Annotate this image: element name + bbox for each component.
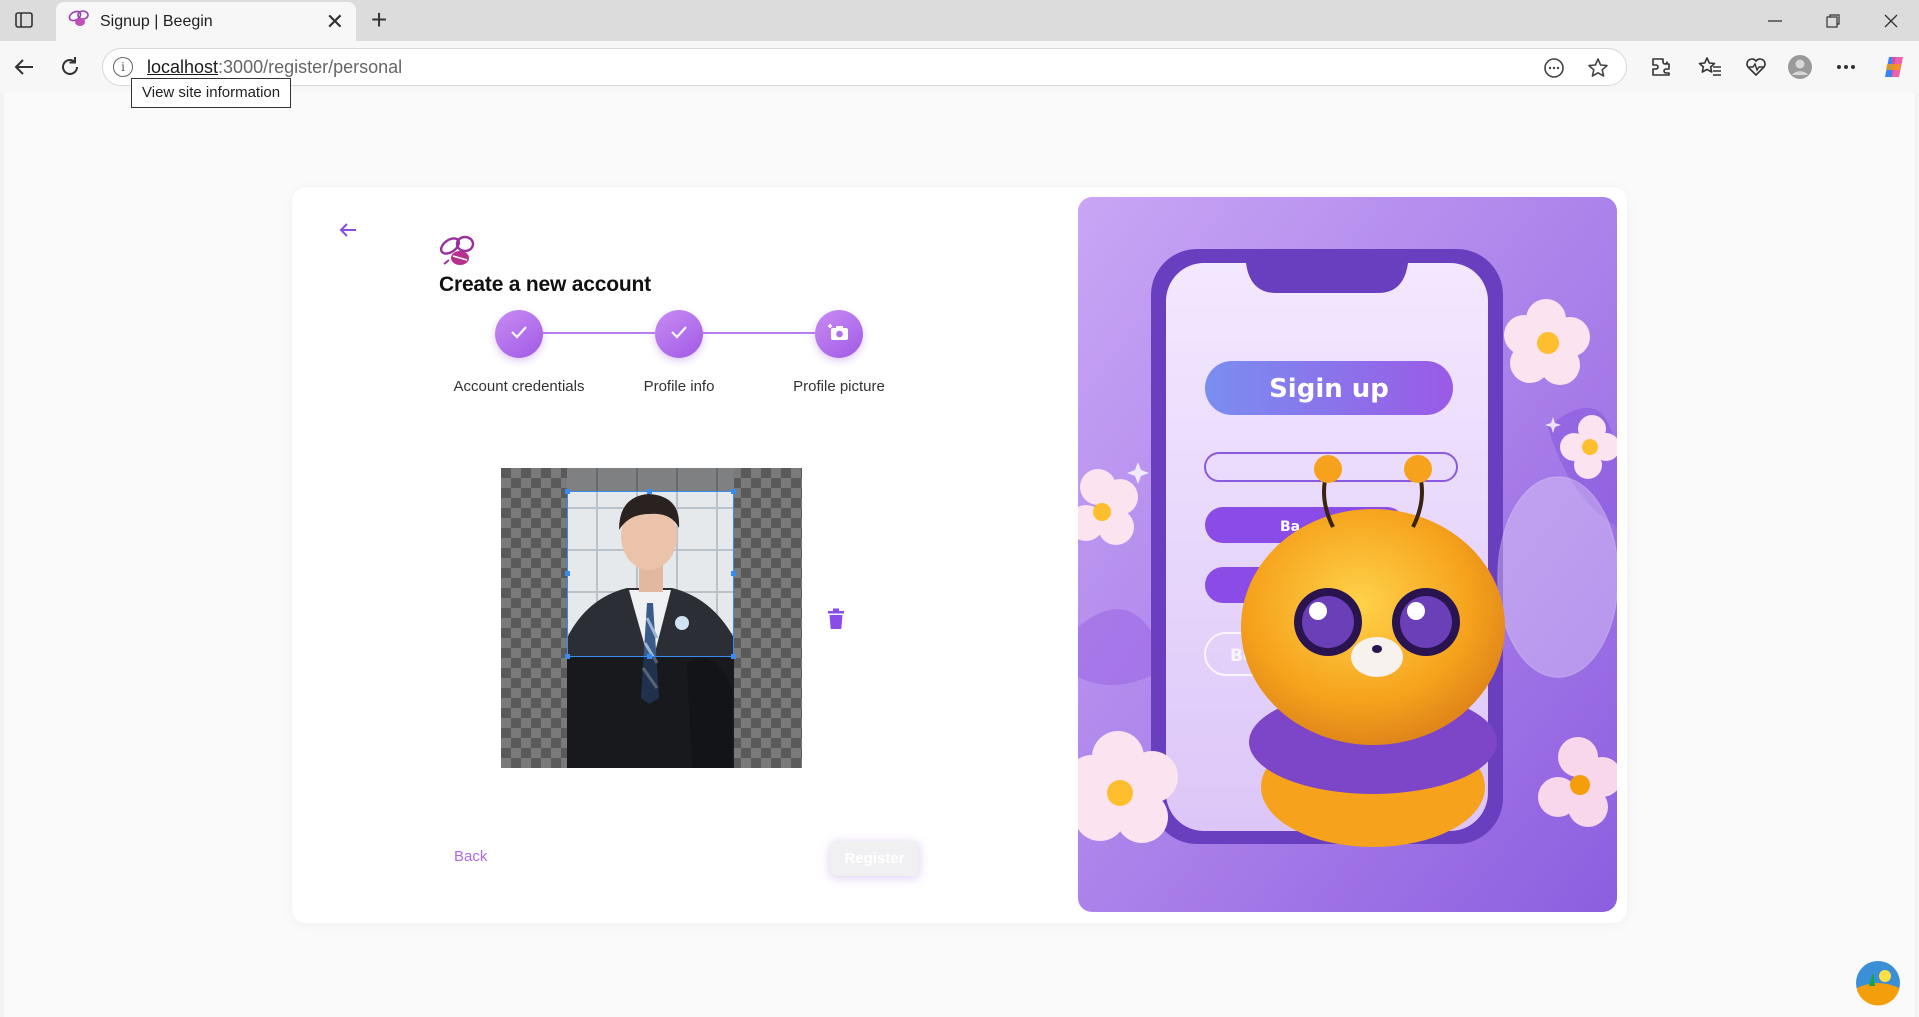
step-label: Account credentials — [453, 378, 585, 395]
close-tab-icon[interactable]: ✕ — [326, 10, 344, 33]
floating-app-icon[interactable] — [1855, 960, 1901, 1006]
back-arrow-icon[interactable] — [337, 219, 359, 241]
minimize-icon[interactable] — [1746, 0, 1804, 41]
register-button[interactable]: Register — [830, 841, 919, 876]
crop-handle[interactable] — [731, 571, 736, 576]
favorite-star-icon[interactable] — [1585, 55, 1611, 81]
favicon-bee-icon — [68, 9, 90, 34]
crop-shade — [567, 657, 734, 768]
profile-avatar-icon[interactable] — [1782, 50, 1818, 84]
crop-handle[interactable] — [647, 489, 652, 494]
reading-mode-icon[interactable] — [1541, 55, 1567, 81]
crop-handle[interactable] — [647, 654, 652, 659]
crop-handle[interactable] — [565, 571, 570, 576]
extensions-icon[interactable] — [1643, 50, 1679, 84]
reload-icon[interactable] — [52, 50, 88, 84]
favorites-icon[interactable] — [1692, 50, 1728, 84]
crop-handle[interactable] — [565, 654, 570, 659]
signup-illustration: Sigin up Ba Bee — [1078, 197, 1617, 912]
site-info-icon[interactable]: i — [113, 57, 133, 77]
page-title: Create a new account — [439, 273, 651, 296]
crop-shade — [567, 468, 734, 491]
crop-handle[interactable] — [731, 489, 736, 494]
copilot-icon[interactable] — [1876, 50, 1912, 84]
active-tab[interactable]: Signup | Beegin ✕ — [56, 2, 356, 41]
new-tab-icon[interactable]: + — [364, 4, 394, 36]
more-menu-icon[interactable] — [1828, 50, 1864, 84]
step-profile-picture — [815, 310, 863, 358]
address-bar[interactable]: i localhost:3000/register/personal — [102, 48, 1627, 86]
url-path: :3000/register/personal — [218, 56, 403, 77]
tab-strip: Signup | Beegin ✕ + — [0, 0, 1919, 41]
crop-selection[interactable] — [565, 489, 736, 659]
illustration-headline: Sigin up — [1269, 374, 1389, 404]
stepper-connector — [703, 332, 815, 334]
url-host: localhost — [147, 56, 219, 77]
crop-handle[interactable] — [731, 654, 736, 659]
restore-icon[interactable] — [1804, 0, 1862, 41]
close-window-icon[interactable] — [1862, 0, 1919, 41]
step-label: Profile info — [643, 378, 715, 395]
back-nav-icon[interactable] — [6, 50, 42, 84]
stepper-connector — [543, 332, 655, 334]
step-profile-info — [655, 310, 703, 358]
delete-photo-icon[interactable] — [827, 608, 845, 630]
site-info-tooltip: View site information — [131, 78, 292, 108]
browser-essentials-icon[interactable] — [1738, 50, 1774, 84]
crop-handle[interactable] — [565, 489, 570, 494]
tab-title: Signup | Beegin — [100, 12, 213, 30]
back-button[interactable]: Back — [454, 848, 487, 865]
add-photo-icon — [828, 322, 850, 347]
beegin-logo-icon — [438, 234, 480, 270]
step-label: Profile picture — [793, 378, 885, 395]
check-icon — [670, 325, 688, 344]
image-cropper[interactable] — [501, 468, 802, 768]
step-account-credentials — [495, 310, 543, 358]
check-icon — [510, 325, 528, 344]
sidebar-toggle-icon[interactable] — [10, 8, 38, 32]
url-text: localhost:3000/register/personal — [147, 57, 402, 78]
